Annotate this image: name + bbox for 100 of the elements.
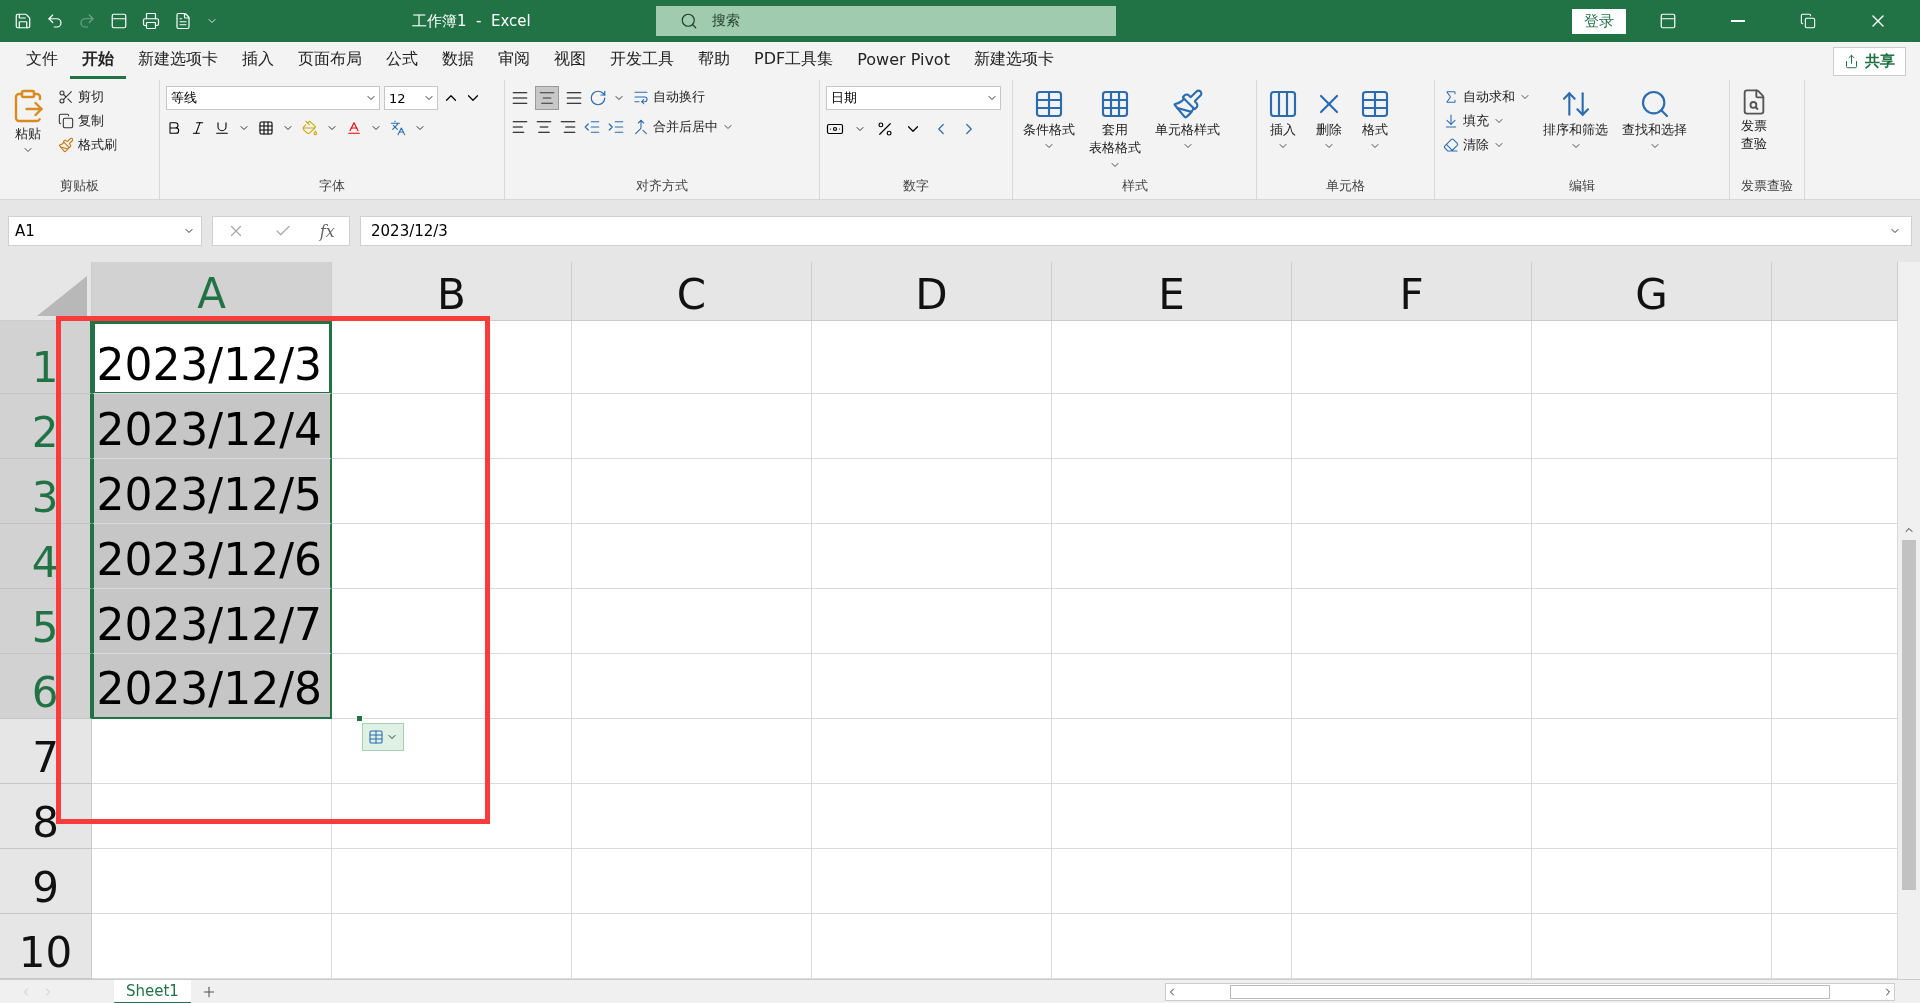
table-cell[interactable] <box>572 321 812 394</box>
table-cell[interactable] <box>1772 719 1898 784</box>
editing-button[interactable]: 清除 <box>1441 134 1533 156</box>
editing-button[interactable]: 填充 <box>1441 110 1533 132</box>
table-cell[interactable] <box>1532 321 1772 394</box>
table-cell[interactable] <box>812 849 1052 914</box>
header-cell[interactable] <box>1772 262 1898 321</box>
table-cell[interactable] <box>812 321 1052 394</box>
table-cell[interactable] <box>1292 849 1532 914</box>
table-cell[interactable] <box>92 914 332 979</box>
row-header[interactable]: 10 <box>0 914 92 979</box>
cells-button[interactable]: 插入 <box>1263 86 1303 177</box>
cells-button[interactable]: 删除 <box>1309 86 1349 177</box>
ribbon-tab[interactable]: PDF工具集 <box>742 43 846 79</box>
table-cell[interactable] <box>812 524 1052 589</box>
formula-field[interactable]: 2023/12/3 <box>360 216 1912 246</box>
table-cell[interactable] <box>92 784 332 849</box>
vertical-scrollbar[interactable] <box>1898 262 1920 979</box>
clipboard-button[interactable]: 剪切 <box>56 86 119 108</box>
table-cell[interactable] <box>812 654 1052 719</box>
table-cell[interactable] <box>1532 394 1772 459</box>
name-box[interactable]: A1 <box>8 216 202 246</box>
table-cell[interactable] <box>332 849 572 914</box>
table-cell[interactable]: 2023/12/8 <box>92 654 332 719</box>
column-header[interactable]: B <box>332 262 572 321</box>
editing-button[interactable]: 自动求和 <box>1441 86 1533 108</box>
insert-function-button[interactable]: fx <box>319 221 335 241</box>
invoice-check-button[interactable]: 发票 查验 <box>1736 86 1772 177</box>
table-cell[interactable] <box>812 394 1052 459</box>
bold-icon[interactable] <box>166 120 182 136</box>
number-format-field[interactable]: 日期 <box>826 86 1001 110</box>
table-cell[interactable]: 2023/12/4 <box>92 394 332 459</box>
table-cell[interactable] <box>1292 394 1532 459</box>
fill-color-icon[interactable] <box>302 120 318 136</box>
font-size-field[interactable]: 12 <box>384 86 438 110</box>
table-cell[interactable] <box>1532 784 1772 849</box>
column-header[interactable]: D <box>812 262 1052 321</box>
increase-indent-icon[interactable] <box>607 118 625 136</box>
ribbon-tab[interactable]: 开发工具 <box>598 43 686 79</box>
column-header[interactable]: F <box>1292 262 1532 321</box>
style-button[interactable]: 单元格样式 <box>1151 86 1224 177</box>
row-header[interactable]: 3 <box>0 459 92 524</box>
table-cell[interactable]: 2023/12/3 <box>92 321 332 394</box>
ribbon-tab[interactable]: 审阅 <box>486 43 542 79</box>
row-header[interactable]: 6 <box>0 654 92 719</box>
table-cell[interactable] <box>812 719 1052 784</box>
editing-button[interactable]: 排序和筛选 <box>1539 86 1612 177</box>
fill-handle[interactable] <box>356 715 363 722</box>
table-cell[interactable] <box>1052 321 1292 394</box>
horizontal-scrollbar[interactable] <box>1165 982 1895 1001</box>
style-button[interactable]: 套用 表格格式 <box>1085 86 1145 177</box>
redo-icon[interactable] <box>78 12 96 30</box>
table-cell[interactable] <box>92 719 332 784</box>
ribbon-tab[interactable]: 新建选项卡 <box>961 43 1066 79</box>
table-cell[interactable] <box>1772 589 1898 654</box>
cells-button[interactable]: 格式 <box>1355 86 1395 177</box>
table-cell[interactable]: 2023/12/7 <box>92 589 332 654</box>
table-cell[interactable] <box>1052 524 1292 589</box>
table-cell[interactable] <box>1772 654 1898 719</box>
ribbon-tab[interactable]: 页面布局 <box>286 43 374 79</box>
table-cell[interactable] <box>1772 784 1898 849</box>
wrap-text-button[interactable]: 自动换行 <box>631 86 736 108</box>
paste-button[interactable]: 粘贴 <box>6 86 50 177</box>
style-button[interactable]: 条件格式 <box>1019 86 1079 177</box>
align-bottom-icon[interactable] <box>565 89 583 107</box>
table-cell[interactable] <box>1532 459 1772 524</box>
table-cell[interactable] <box>1052 849 1292 914</box>
table-cell[interactable]: 2023/12/6 <box>92 524 332 589</box>
table-cell[interactable] <box>1772 321 1898 394</box>
table-cell[interactable] <box>1052 589 1292 654</box>
table-cell[interactable] <box>572 849 812 914</box>
align-top-icon[interactable] <box>511 89 529 107</box>
table-cell[interactable]: 2023/12/5 <box>92 459 332 524</box>
table-cell[interactable] <box>572 459 812 524</box>
phonetic-icon[interactable] <box>390 120 406 136</box>
align-middle-button[interactable] <box>535 86 559 110</box>
table-cell[interactable] <box>1772 394 1898 459</box>
table-cell[interactable] <box>1052 784 1292 849</box>
table-cell[interactable] <box>332 394 572 459</box>
row-header[interactable]: 5 <box>0 589 92 654</box>
search-field[interactable]: 搜索 <box>656 6 1116 36</box>
table-cell[interactable] <box>1292 321 1532 394</box>
table-cell[interactable] <box>572 654 812 719</box>
table-cell[interactable] <box>1292 719 1532 784</box>
table-cell[interactable] <box>812 784 1052 849</box>
table-cell[interactable] <box>1292 784 1532 849</box>
underline-icon[interactable] <box>214 120 230 136</box>
form-icon[interactable] <box>110 12 128 30</box>
select-all-button[interactable] <box>0 262 92 321</box>
document-icon[interactable] <box>174 12 192 30</box>
clipboard-button[interactable]: 复制 <box>56 110 119 132</box>
row-header[interactable]: 2 <box>0 394 92 459</box>
table-cell[interactable] <box>572 914 812 979</box>
table-cell[interactable] <box>1052 459 1292 524</box>
ribbon-tab[interactable]: 文件 <box>14 43 70 79</box>
save-icon[interactable] <box>14 12 32 30</box>
clipboard-button[interactable]: 格式刷 <box>56 134 119 156</box>
ribbon-tab[interactable]: 插入 <box>230 43 286 79</box>
column-header[interactable]: G <box>1532 262 1772 321</box>
login-button[interactable]: 登录 <box>1572 8 1626 34</box>
